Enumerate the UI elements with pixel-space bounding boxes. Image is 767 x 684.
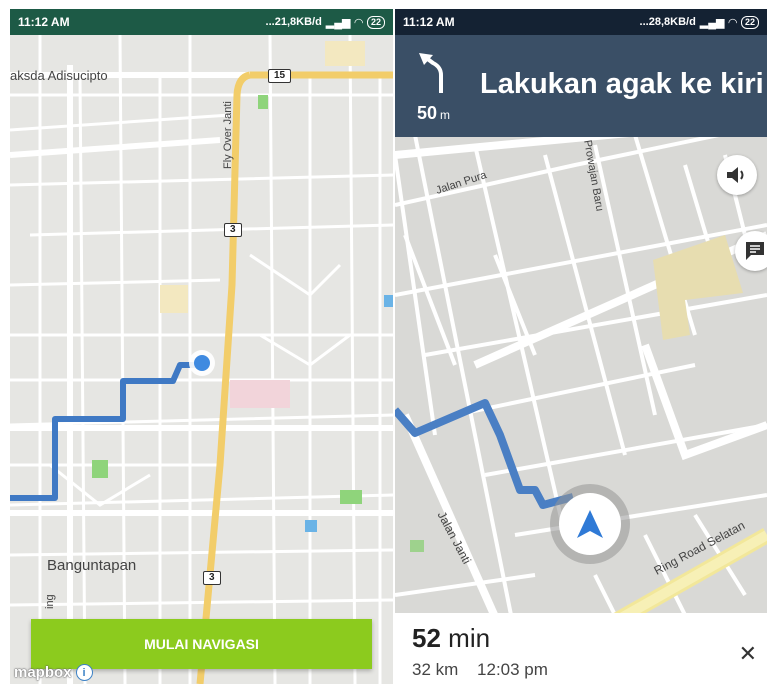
- route-preview-screen: 11:12 AM ...21,8KB/d ▂▄▆ ◠ 22 aksda Adis…: [10, 9, 393, 684]
- status-bar: 11:12 AM ...21,8KB/d ▂▄▆ ◠ 22: [10, 9, 393, 35]
- road-shield-15: 15: [268, 69, 292, 83]
- network-speed: ...21,8KB/d: [265, 16, 322, 28]
- feedback-icon: [746, 242, 764, 260]
- status-time: 11:12 AM: [18, 15, 70, 29]
- instruction-banner[interactable]: 50 m Lakukan agak ke kiri: [395, 35, 767, 137]
- feedback-button[interactable]: [735, 231, 767, 271]
- trip-details: 32 km 12:03 pm: [412, 660, 562, 680]
- wifi-icon: ◠: [354, 16, 363, 29]
- maneuver-instruction: Lakukan agak ke kiri: [480, 68, 764, 100]
- close-icon[interactable]: ✕: [739, 641, 757, 667]
- trip-distance: 32 km: [412, 660, 459, 679]
- sound-toggle-button[interactable]: [717, 155, 757, 195]
- maneuver-distance: 50 m: [417, 103, 451, 123]
- volume-icon: [727, 167, 744, 183]
- battery-indicator: 22: [740, 15, 759, 29]
- info-icon[interactable]: i: [75, 664, 93, 681]
- district-label: Banguntapan: [47, 557, 137, 574]
- navigation-screen: 11:12 AM ...28,8KB/d ▂▄▆ ◠ 22 Jalan Pura…: [395, 9, 767, 684]
- user-location-dot: [189, 350, 215, 376]
- map-view[interactable]: [10, 35, 393, 684]
- start-navigation-button[interactable]: MULAI NAVIGASI: [31, 619, 372, 669]
- trip-duration: 52 min: [412, 623, 491, 653]
- battery-indicator: 22: [366, 15, 385, 29]
- road-shield-3-bottom: 3: [203, 571, 221, 585]
- trip-summary-panel: 52 min 32 km 12:03 pm ✕: [395, 613, 767, 684]
- signal-icon: ▂▄▆: [699, 16, 725, 29]
- recenter-puck[interactable]: [550, 484, 630, 564]
- status-bar: 11:12 AM ...28,8KB/d ▂▄▆ ◠ 22: [395, 9, 767, 35]
- street-label: aksda Adisucipto: [10, 68, 108, 83]
- network-speed: ...28,8KB/d: [639, 16, 696, 28]
- mapbox-logo: mapbox: [14, 664, 72, 681]
- status-time: 11:12 AM: [403, 15, 455, 29]
- mapbox-attribution[interactable]: mapbox i: [14, 664, 93, 681]
- signal-icon: ▂▄▆: [325, 16, 351, 29]
- wifi-icon: ◠: [728, 16, 737, 29]
- fly-over-label: Fly Over Janti: [222, 101, 234, 169]
- road-shield-3-top: 3: [224, 223, 242, 237]
- turn-slight-left-icon: [419, 53, 443, 93]
- arrival-time: 12:03 pm: [477, 660, 548, 679]
- navigation-arrow-icon: [577, 510, 603, 538]
- vertical-street-label: ing: [44, 594, 56, 609]
